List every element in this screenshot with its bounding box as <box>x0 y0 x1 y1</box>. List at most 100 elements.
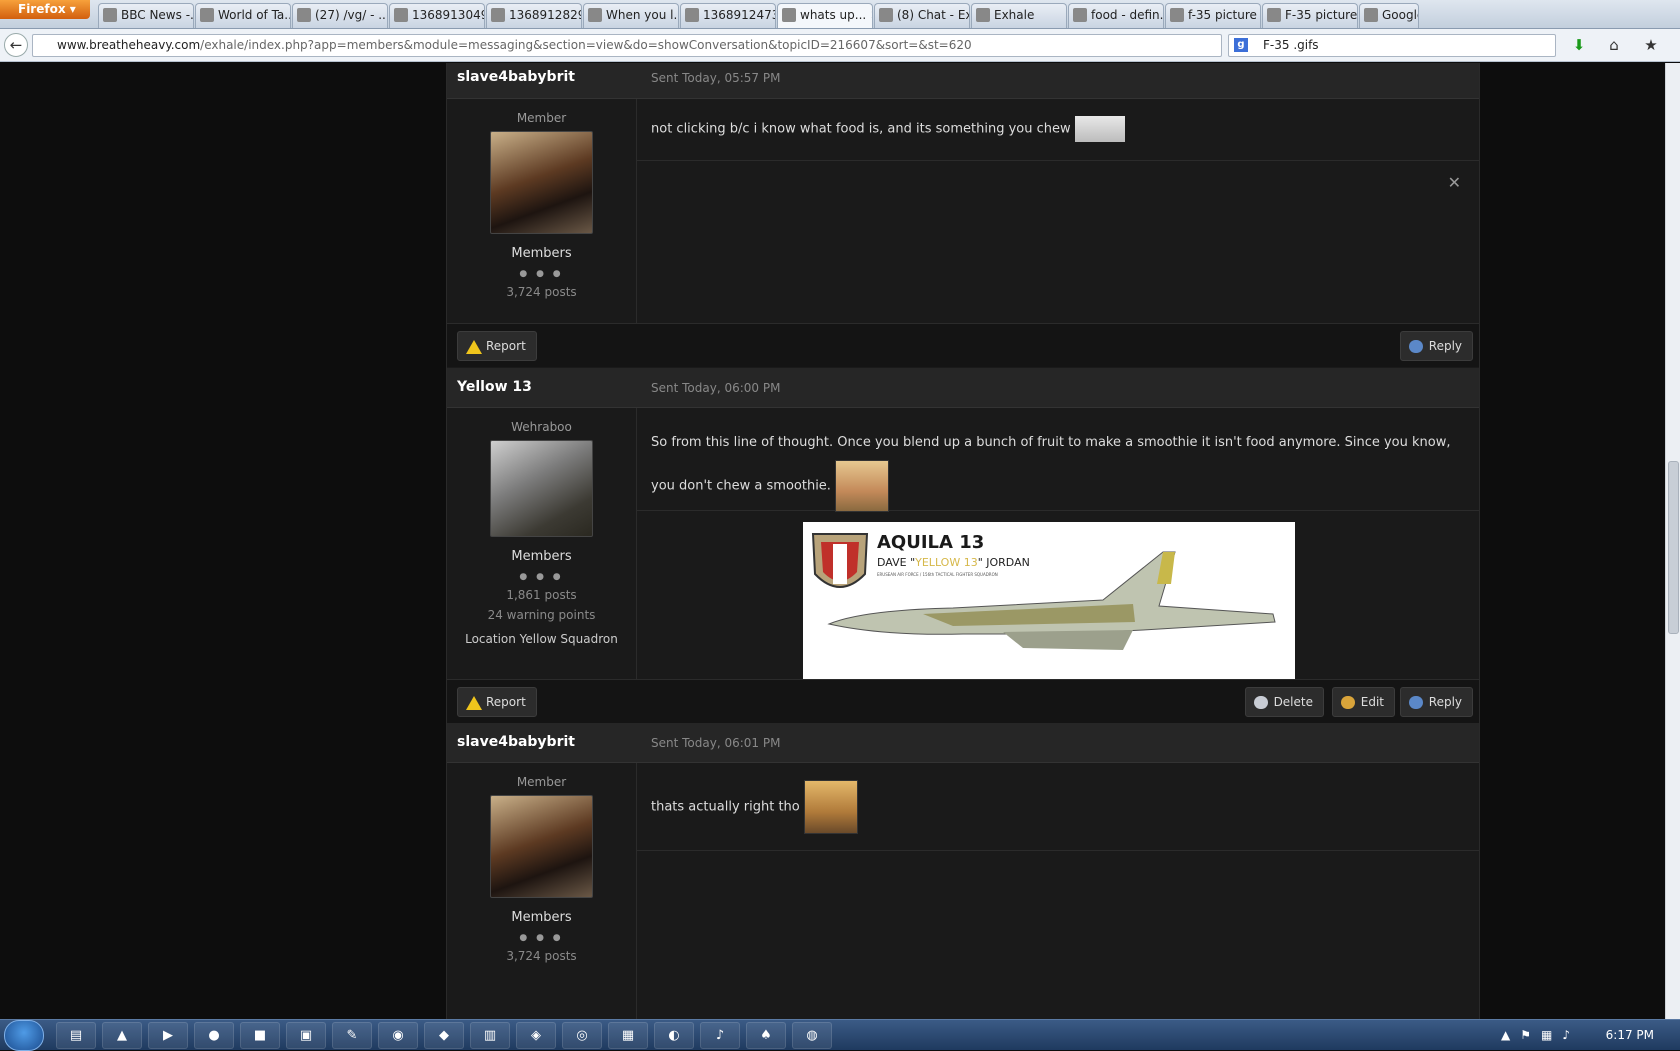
post-timestamp: Sent Today, 05:57 PM <box>651 71 781 85</box>
member-rank: Member <box>516 775 567 789</box>
tab-label: F-35 picture... <box>1285 8 1358 22</box>
report-button[interactable]: Report <box>457 687 537 717</box>
message-text: So from this line of thought. Once you b… <box>637 408 1479 512</box>
browser-tab[interactable]: (27) /vg/ - ... <box>292 3 388 28</box>
browser-tab[interactable]: 1368912473... <box>680 3 776 28</box>
member-rank: Member <box>516 111 567 125</box>
reply-label: Reply <box>1428 339 1462 353</box>
image-title: AQUILA 13 <box>877 532 985 553</box>
avatar[interactable] <box>490 131 593 234</box>
chrome-icon[interactable]: ◍ <box>792 1022 832 1049</box>
monitor-icon[interactable]: ▣ <box>286 1022 326 1049</box>
report-button[interactable]: Report <box>457 331 537 361</box>
emoticon-image <box>835 460 890 512</box>
emoticon-image <box>803 780 858 834</box>
delete-bubble-icon <box>1253 696 1268 709</box>
post-body: Member Members ● ● ● 3,724 posts not cli… <box>447 99 1479 323</box>
browser-tab[interactable]: World of Ta... <box>195 3 291 28</box>
report-label: Report <box>486 695 526 709</box>
tab-label: Google I <box>1382 8 1418 22</box>
h-app-icon[interactable]: ■ <box>240 1022 280 1049</box>
browser-tab[interactable]: Google I <box>1359 3 1419 28</box>
browser-tab[interactable]: 1368912829... <box>486 3 582 28</box>
browser-tab[interactable]: BBC News -... <box>98 3 194 28</box>
reply-bubble-icon <box>1408 340 1423 353</box>
post-author-link[interactable]: Yellow 13 <box>457 379 532 395</box>
browser-tab-active[interactable]: whats up...✕ <box>777 3 873 28</box>
shield-icon[interactable]: ◈ <box>516 1022 556 1049</box>
member-group: Members <box>511 910 572 925</box>
close-icon[interactable]: ✕ <box>1448 173 1461 192</box>
scrollbar-thumb[interactable] <box>1668 461 1679 634</box>
browser-tab[interactable]: When you l... <box>583 3 679 28</box>
browser-tab[interactable]: food - defin... <box>1068 3 1164 28</box>
author-info: Member Members ● ● ● 3,724 posts <box>447 763 637 1019</box>
explorer-icon[interactable]: ▤ <box>56 1022 96 1049</box>
tab-favicon-icon <box>1073 8 1087 22</box>
system-tray-icons[interactable]: ▲⚑▦♪ <box>1501 1028 1580 1042</box>
firefox-menu-button[interactable]: Firefox ▾ <box>0 0 90 19</box>
back-arrow-icon[interactable]: ← <box>4 33 28 57</box>
message-text-content: not clicking b/c i know what food is, an… <box>651 121 1071 137</box>
post-header: slave4babybrit Sent Today, 06:01 PM <box>447 723 1479 763</box>
post-author-link[interactable]: slave4babybrit <box>457 734 575 750</box>
post-footer: Report Delete Edit Reply <box>447 679 1479 723</box>
reply-button[interactable]: Reply <box>1399 331 1473 361</box>
tab-close-icon[interactable]: ✕ <box>870 8 872 28</box>
tab-favicon-icon <box>782 8 796 22</box>
delete-button[interactable]: Delete <box>1244 687 1324 717</box>
warning-icon <box>466 340 482 354</box>
post-author-link[interactable]: slave4babybrit <box>457 69 575 85</box>
ghost-icon[interactable]: ◐ <box>654 1022 694 1049</box>
google-icon: g <box>1234 38 1248 52</box>
reply-label: Reply <box>1428 695 1462 709</box>
notepad-icon[interactable]: ▥ <box>470 1022 510 1049</box>
browser-tab[interactable]: 1368913049... <box>389 3 485 28</box>
image-subtitle-pre: DAVE " <box>877 556 916 569</box>
message-text: thats actually right tho <box>637 763 1479 851</box>
bookmarks-icon[interactable]: ★ <box>1640 34 1662 56</box>
tab-label: When you l... <box>606 8 679 22</box>
utorrent-icon[interactable]: ◉ <box>378 1022 418 1049</box>
avatar[interactable] <box>490 440 593 537</box>
post-header: slave4babybrit Sent Today, 05:57 PM <box>447 63 1479 99</box>
card-game-icon[interactable]: ♠ <box>746 1022 786 1049</box>
acrobat-icon[interactable]: ◆ <box>424 1022 464 1049</box>
game-icon[interactable]: ▦ <box>608 1022 648 1049</box>
steam-icon[interactable]: ◎ <box>562 1022 602 1049</box>
post-timestamp: Sent Today, 06:01 PM <box>651 736 781 750</box>
browser-tab[interactable]: F-35 picture... <box>1262 3 1358 28</box>
post-count: 3,724 posts <box>506 285 577 299</box>
avatar[interactable] <box>490 795 593 898</box>
reply-button[interactable]: Reply <box>1399 687 1473 717</box>
tab-favicon-icon <box>297 8 311 22</box>
taskbar-clock[interactable]: 6:17 PM <box>1606 1028 1654 1042</box>
download-icon[interactable]: ⬇ <box>1568 34 1590 56</box>
tab-favicon-icon <box>685 8 699 22</box>
tab-favicon-icon <box>491 8 505 22</box>
home-icon[interactable]: ⌂ <box>1603 34 1625 56</box>
tab-favicon-icon <box>394 8 408 22</box>
browser-tab[interactable]: f-35 picture ... <box>1165 3 1261 28</box>
browser-tab[interactable]: Exhale <box>971 3 1067 28</box>
warning-icon <box>466 696 482 710</box>
search-value: F-35 .gifs <box>1263 38 1319 52</box>
media-player-icon[interactable]: ▶ <box>148 1022 188 1049</box>
edit-button[interactable]: Edit <box>1331 687 1395 717</box>
firefox-icon[interactable]: ● <box>194 1022 234 1049</box>
speaker-icon[interactable]: ♪ <box>700 1022 740 1049</box>
vertical-scrollbar[interactable] <box>1665 63 1680 1019</box>
delete-label: Delete <box>1273 695 1313 709</box>
browser-tab[interactable]: (8) Chat - Ex... <box>874 3 970 28</box>
tab-label: 1368912829... <box>509 8 581 22</box>
message-post: slave4babybrit Sent Today, 06:01 PM Memb… <box>446 723 1480 1019</box>
tools-icon[interactable]: ✎ <box>332 1022 372 1049</box>
start-button[interactable] <box>4 1020 44 1051</box>
tab-favicon-icon <box>879 8 893 22</box>
vlc-icon[interactable]: ▲ <box>102 1022 142 1049</box>
post-count: 3,724 posts <box>506 949 577 963</box>
image-caption: ERUSEAN AIR FORCE / 156th TACTICAL FIGHT… <box>877 572 998 577</box>
url-bar[interactable]: www.breatheheavy.com/exhale/index.php?ap… <box>32 34 1222 57</box>
search-input[interactable]: g F-35 .gifs <box>1228 34 1556 57</box>
report-label: Report <box>486 339 526 353</box>
